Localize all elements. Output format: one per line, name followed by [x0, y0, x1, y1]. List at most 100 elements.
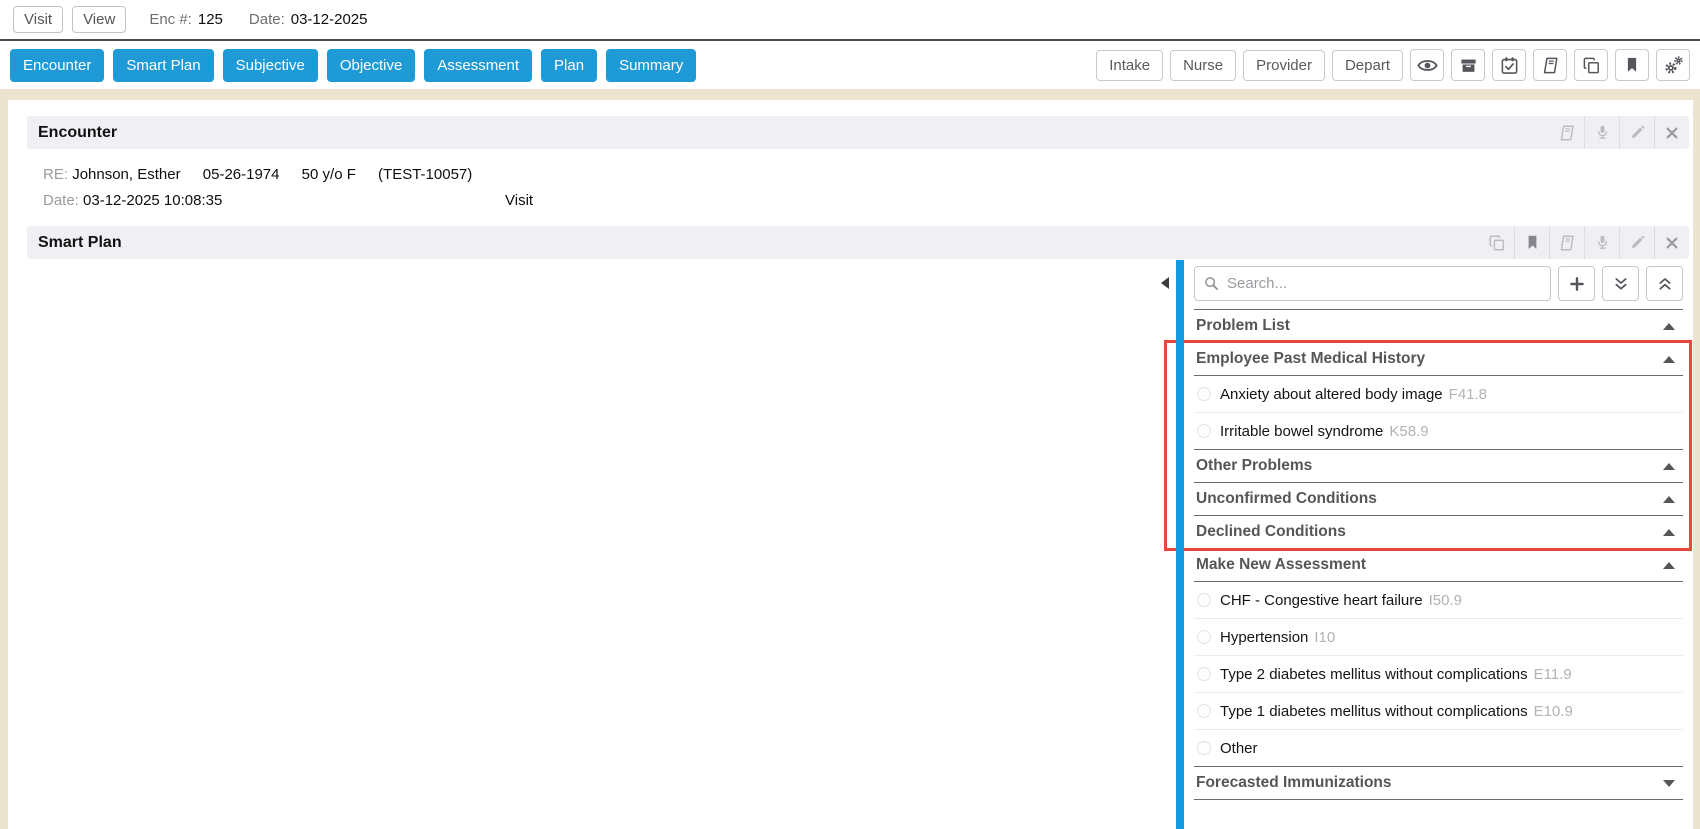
section-header-label: Declined Conditions [1194, 523, 1346, 541]
smart-plan-section-bar: Smart Plan [27, 226, 1689, 259]
date-label: Date: [43, 192, 79, 209]
intake-button[interactable]: Intake [1096, 50, 1163, 81]
collapse-all-button[interactable] [1646, 266, 1683, 301]
depart-button[interactable]: Depart [1332, 50, 1403, 81]
triangle-up-icon [1663, 562, 1675, 569]
smart-plan-section-title: Smart Plan [27, 234, 122, 252]
condition-code: E10.9 [1534, 703, 1573, 720]
radio-circle-icon[interactable] [1197, 667, 1211, 681]
section-header[interactable]: Make New Assessment [1194, 548, 1683, 582]
patient-info: RE: Johnson, Esther 05-26-1974 50 y/o F … [43, 162, 1689, 214]
copy-icon[interactable] [1574, 49, 1608, 81]
double-chevron-up-icon [1657, 276, 1673, 292]
section-header-label: Problem List [1194, 317, 1290, 335]
content-frame: Encounter RE: Johnson, Esther [0, 89, 1700, 829]
triangle-down-icon [1663, 780, 1675, 787]
close-icon[interactable] [1654, 226, 1689, 259]
condition-item[interactable]: Other [1194, 730, 1683, 767]
condition-item[interactable]: Anxiety about altered body image F41.8 [1194, 376, 1683, 413]
view-button[interactable]: View [72, 6, 126, 33]
tab-encounter[interactable]: Encounter [10, 49, 104, 82]
encounter-bar-icons [1549, 116, 1689, 149]
search-icon [1203, 275, 1220, 292]
condition-item[interactable]: Irritable bowel syndrome K58.9 [1194, 413, 1683, 450]
close-icon[interactable] [1654, 116, 1689, 149]
radio-circle-icon[interactable] [1197, 593, 1211, 607]
radio-circle-icon[interactable] [1197, 704, 1211, 718]
smart-plan-empty-area [19, 260, 1153, 829]
section-header[interactable]: Unconfirmed Conditions [1194, 482, 1683, 516]
enc-date-value: 03-12-2025 [291, 11, 368, 28]
patient-name: Johnson, Esther [72, 166, 180, 183]
tab-plan[interactable]: Plan [541, 49, 597, 82]
condition-item[interactable]: Type 1 diabetes mellitus without complic… [1194, 693, 1683, 730]
panel-collapse-column [1153, 260, 1176, 829]
triangle-up-icon [1663, 323, 1675, 330]
radio-circle-icon[interactable] [1197, 630, 1211, 644]
expand-all-button[interactable] [1602, 266, 1639, 301]
patient-dob: 05-26-1974 [203, 166, 280, 183]
archive-box-icon[interactable] [1451, 49, 1485, 81]
microphone-icon[interactable] [1584, 226, 1619, 259]
bookmark-icon[interactable] [1514, 226, 1549, 259]
condition-code: K58.9 [1389, 423, 1428, 440]
provider-button[interactable]: Provider [1243, 50, 1325, 81]
re-label: RE: [43, 166, 68, 183]
radio-circle-icon[interactable] [1197, 741, 1211, 755]
tab-objective[interactable]: Objective [327, 49, 416, 82]
section-header[interactable]: Declined Conditions [1194, 515, 1683, 549]
enc-date-label: Date: [249, 11, 285, 28]
condition-name: Type 1 diabetes mellitus without complic… [1220, 703, 1528, 720]
section-header-label: Employee Past Medical History [1194, 350, 1425, 368]
enc-number-value: 125 [198, 11, 223, 28]
smart-plan-bar-icons [1479, 226, 1689, 259]
pencil-icon[interactable] [1619, 116, 1654, 149]
book-icon[interactable] [1549, 116, 1584, 149]
visit-button[interactable]: Visit [13, 6, 63, 33]
section-header[interactable]: Problem List [1194, 309, 1683, 343]
copy-icon[interactable] [1479, 226, 1514, 259]
conditions-panel: Problem List Employee Past Medical Histor… [1184, 260, 1689, 829]
tab-assessment[interactable]: Assessment [424, 49, 532, 82]
nurse-button[interactable]: Nurse [1170, 50, 1236, 81]
bookmark-icon[interactable] [1615, 49, 1649, 81]
section-header-label: Make New Assessment [1194, 556, 1366, 574]
radio-circle-icon[interactable] [1197, 387, 1211, 401]
book-icon[interactable] [1533, 49, 1567, 81]
condition-code: F41.8 [1449, 386, 1487, 403]
tab-smart-plan[interactable]: Smart Plan [113, 49, 213, 82]
eye-icon[interactable] [1410, 49, 1444, 81]
triangle-up-icon [1663, 529, 1675, 536]
condition-item[interactable]: HypertensionI10 [1194, 619, 1683, 656]
top-bar: Visit View Enc #: 125 Date: 03-12-2025 [0, 0, 1700, 41]
triangle-up-icon [1663, 463, 1675, 470]
search-input[interactable] [1194, 266, 1551, 301]
smart-plan-body: Problem List Employee Past Medical Histor… [19, 260, 1689, 829]
tab-summary[interactable]: Summary [606, 49, 696, 82]
microphone-icon[interactable] [1584, 116, 1619, 149]
condition-name: Other [1220, 740, 1258, 757]
settings-gears-icon[interactable] [1656, 49, 1690, 81]
tab-subjective[interactable]: Subjective [223, 49, 318, 82]
pencil-icon[interactable] [1619, 226, 1654, 259]
condition-name: Anxiety about altered body image [1220, 386, 1443, 403]
calendar-check-icon[interactable] [1492, 49, 1526, 81]
patient-id: (TEST-10057) [378, 166, 472, 183]
condition-item[interactable]: CHF - Congestive heart failureI50.9 [1194, 582, 1683, 619]
section-header[interactable]: Employee Past Medical History [1194, 342, 1683, 376]
triangle-up-icon [1663, 356, 1675, 363]
patient-line: RE: Johnson, Esther 05-26-1974 50 y/o F … [43, 162, 1689, 188]
condition-name: Irritable bowel syndrome [1220, 423, 1383, 440]
search-box [1194, 266, 1551, 301]
panel-collapse-button[interactable] [1157, 272, 1173, 294]
add-button[interactable] [1558, 266, 1595, 301]
patient-age-sex: 50 y/o F [302, 166, 356, 183]
radio-circle-icon[interactable] [1197, 424, 1211, 438]
encounter-date-line: Date: 03-12-2025 10:08:35 Visit [43, 188, 1689, 214]
condition-item[interactable]: Type 2 diabetes mellitus without complic… [1194, 656, 1683, 693]
section-header[interactable]: Other Problems [1194, 449, 1683, 483]
condition-name: Hypertension [1220, 629, 1308, 646]
section-header[interactable]: Forecasted Immunizations [1194, 766, 1683, 800]
book-icon[interactable] [1549, 226, 1584, 259]
condition-name: Type 2 diabetes mellitus without complic… [1220, 666, 1528, 683]
